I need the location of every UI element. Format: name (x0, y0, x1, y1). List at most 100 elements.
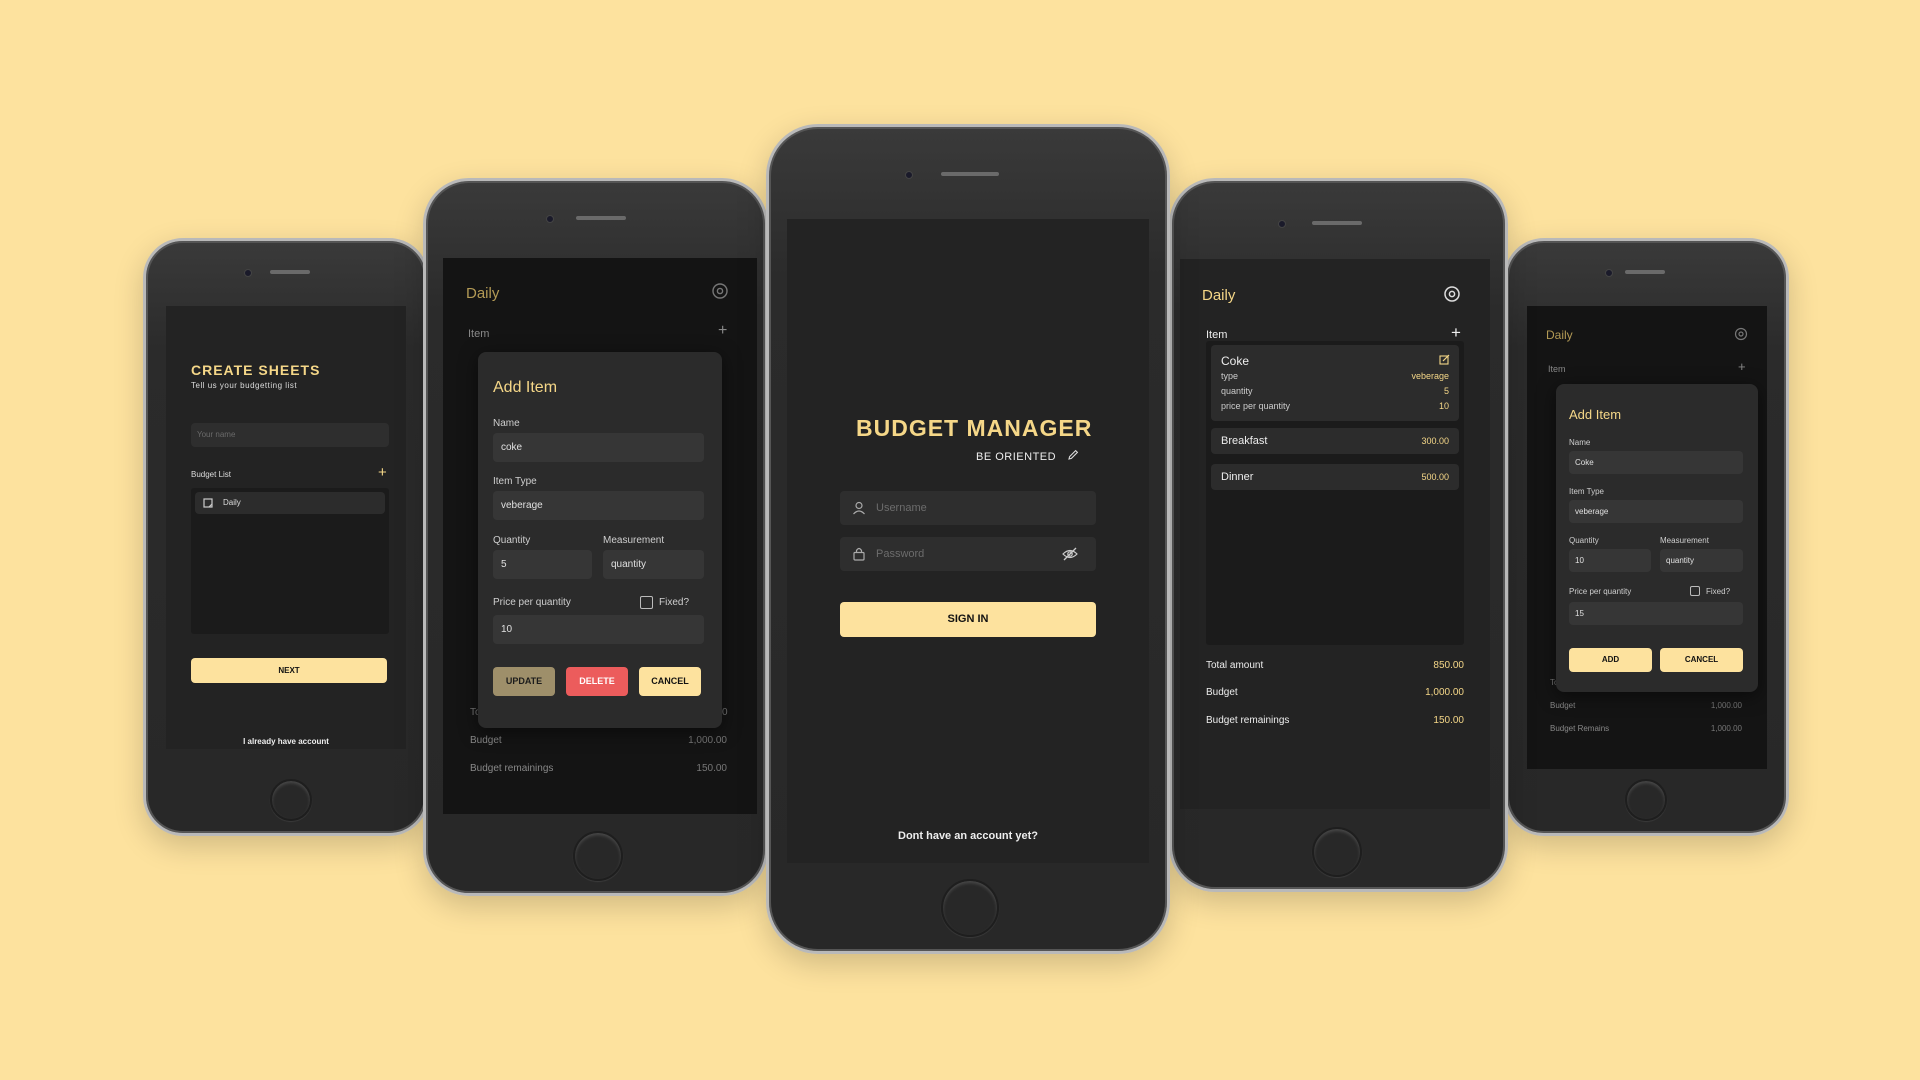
home-button[interactable] (573, 831, 623, 881)
name-input-value: Coke (1575, 458, 1594, 467)
cancel-button[interactable]: CANCEL (1660, 648, 1743, 672)
already-have-account-link[interactable]: I already have account (166, 737, 406, 746)
budget-remains-label: Budget Remains (1550, 724, 1610, 733)
sign-in-button[interactable]: SIGN IN (840, 602, 1096, 637)
sheet-icon (203, 498, 213, 508)
price-input[interactable]: 15 (1569, 602, 1743, 625)
header-title: Daily (1546, 328, 1573, 342)
edit-icon[interactable] (1439, 354, 1450, 365)
screen: Daily Item + To 0 Budget 1,000.00 Budget… (1527, 306, 1767, 769)
detail-key: price per quantity (1221, 401, 1291, 411)
name-input-placeholder: Your name (197, 430, 236, 439)
budget-remainings-value: 150.00 (1433, 715, 1464, 726)
item-type-input[interactable]: veberage (1569, 500, 1743, 523)
total-value-partial: 0 (722, 707, 728, 718)
front-camera (905, 171, 913, 179)
budget-remainings-value: 150.00 (696, 763, 727, 774)
header-title: Daily (1202, 287, 1236, 304)
screen: CREATE SHEETS Tell us your budgetting li… (166, 306, 406, 749)
add-item-icon[interactable]: + (1451, 323, 1461, 343)
item-card-coke[interactable]: Coke type veberage quantity 5 price per … (1211, 345, 1459, 421)
budget-list-label: Budget List (191, 470, 232, 479)
quantity-label: Quantity (1569, 536, 1599, 545)
name-input[interactable]: coke (493, 433, 704, 462)
settings-icon[interactable] (1443, 285, 1461, 303)
name-input[interactable]: Coke (1569, 451, 1743, 474)
phone-sign-in: BUDGET MANAGER BE ORIENTED Username Pass… (766, 124, 1170, 954)
detail-value: 10 (1438, 401, 1449, 411)
next-button[interactable]: NEXT (191, 658, 387, 683)
detail-key: quantity (1221, 386, 1253, 396)
username-input[interactable]: Username (840, 491, 1096, 525)
create-account-link[interactable]: Dont have an account yet? (787, 830, 1149, 842)
measurement-select[interactable]: quantity (1660, 549, 1743, 572)
front-camera (244, 269, 252, 277)
price-value: 15 (1575, 609, 1584, 618)
price-value: 10 (501, 624, 513, 635)
phone-edit-item: Daily Item + To 0 Budget 1,000.00 Budget… (423, 178, 768, 896)
quantity-value: 10 (1575, 556, 1584, 565)
add-item-icon[interactable]: + (1738, 359, 1746, 374)
detail-value: 5 (1443, 386, 1449, 396)
delete-button[interactable]: DELETE (566, 667, 628, 696)
name-input[interactable]: Your name (191, 423, 389, 447)
measurement-value: quantity (611, 559, 647, 570)
add-item-dialog: Add Item Name Coke Item Type veberage Qu… (1556, 384, 1758, 692)
price-input[interactable]: 10 (493, 615, 704, 644)
measurement-value: quantity (1666, 556, 1695, 565)
settings-icon[interactable] (1734, 327, 1748, 341)
budget-value: 1,000.00 (688, 735, 727, 746)
phone-create-sheets: CREATE SHEETS Tell us your budgetting li… (143, 238, 429, 836)
budget-label: Budget (1206, 687, 1238, 698)
eye-off-icon[interactable] (1062, 547, 1078, 561)
item-label: Item (468, 328, 490, 340)
screen: Daily Item + Coke type veberage quantity… (1180, 259, 1490, 809)
total-amount-label: Total amount (1206, 660, 1264, 671)
item-amount: 300.00 (1421, 436, 1449, 446)
dialog-title: Add Item (493, 379, 558, 396)
speaker (1625, 270, 1665, 274)
item-card-breakfast[interactable]: Breakfast 300.00 (1211, 428, 1459, 454)
budget-remainings-label: Budget remainings (1206, 715, 1290, 726)
fixed-checkbox[interactable] (640, 596, 653, 609)
budget-label: Budget (1550, 701, 1576, 710)
home-button[interactable] (1312, 827, 1362, 877)
dialog-title: Add Item (1569, 407, 1622, 422)
app-title: BUDGET MANAGER (856, 415, 1093, 441)
budget-label: Budget (470, 735, 502, 746)
item-amount: 500.00 (1421, 472, 1449, 482)
page-title: CREATE SHEETS (191, 362, 321, 378)
name-label: Name (493, 418, 520, 429)
quantity-input[interactable]: 5 (493, 550, 592, 579)
home-button[interactable] (941, 879, 999, 937)
price-label: Price per quantity (1569, 587, 1632, 596)
measurement-label: Measurement (603, 535, 665, 546)
fixed-label: Fixed? (659, 597, 690, 608)
item-label: Item (1548, 364, 1566, 374)
list-item-daily[interactable]: Daily (195, 492, 385, 514)
front-camera (546, 215, 554, 223)
item-label: Item (1206, 329, 1228, 341)
cancel-button[interactable]: CANCEL (639, 667, 701, 696)
quantity-label: Quantity (493, 535, 531, 546)
measurement-select[interactable]: quantity (603, 550, 704, 579)
item-type-label: Item Type (493, 476, 537, 487)
speaker (1312, 221, 1362, 225)
password-input[interactable]: Password (840, 537, 1096, 571)
home-button[interactable] (1625, 779, 1667, 821)
add-item-icon[interactable]: + (718, 322, 727, 340)
detail-key: type (1221, 371, 1239, 381)
pencil-icon (1068, 449, 1079, 460)
add-button[interactable]: ADD (1569, 648, 1652, 672)
update-button[interactable]: UPDATE (493, 667, 555, 696)
add-list-icon[interactable]: + (378, 465, 387, 480)
quantity-input[interactable]: 10 (1569, 549, 1651, 572)
item-name: Coke (1221, 354, 1250, 368)
home-button[interactable] (270, 779, 312, 821)
item-card-dinner[interactable]: Dinner 500.00 (1211, 464, 1459, 490)
header-title: Daily (466, 285, 500, 302)
fixed-checkbox[interactable] (1690, 586, 1700, 596)
settings-icon[interactable] (711, 282, 729, 300)
item-type-input[interactable]: veberage (493, 491, 704, 520)
phone-add-item-small: Daily Item + To 0 Budget 1,000.00 Budget… (1504, 238, 1789, 836)
